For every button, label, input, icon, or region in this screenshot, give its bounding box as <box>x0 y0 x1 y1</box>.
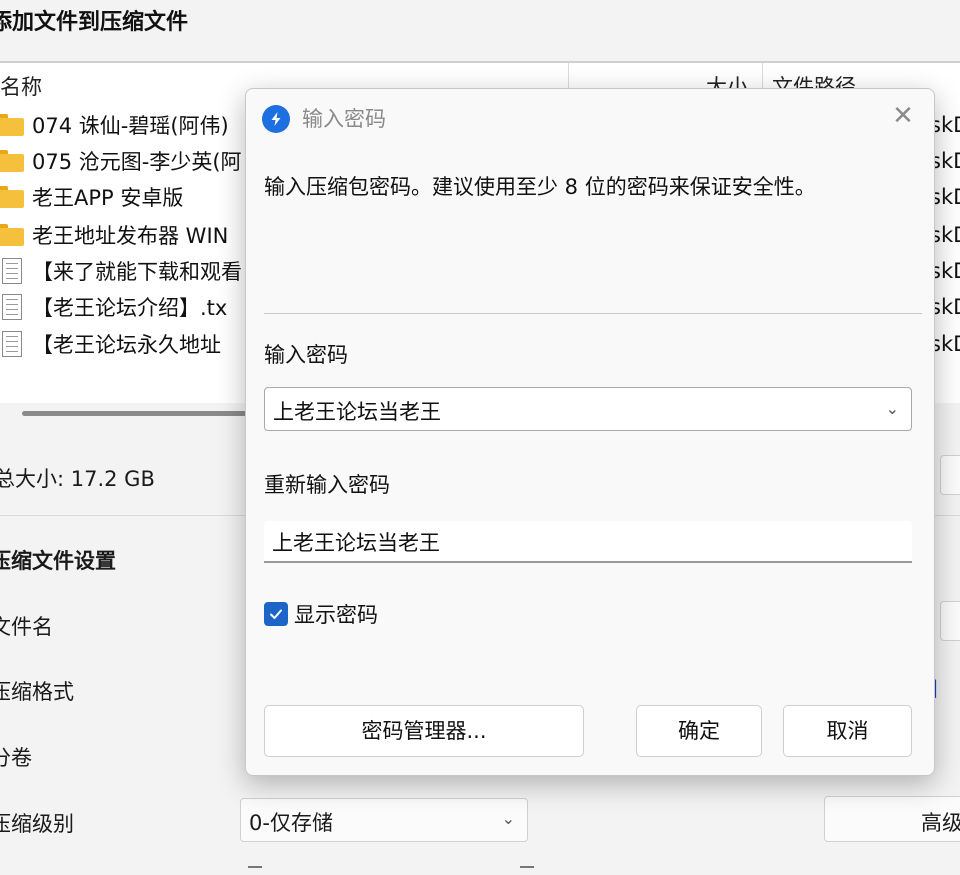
show-password-checkbox[interactable] <box>264 602 288 626</box>
dialog-divider <box>264 313 922 314</box>
folder-icon <box>0 186 26 208</box>
confirm-password-value: 上老王论坛当老王 <box>272 531 440 555</box>
filename-label: 文件名 <box>0 615 53 639</box>
close-icon[interactable]: ✕ <box>886 99 920 133</box>
text-file-icon <box>2 258 22 284</box>
folder-icon <box>0 224 26 246</box>
app-logo-icon <box>262 105 290 133</box>
file-name: 老王APP 安卓版 <box>32 186 184 210</box>
side-button[interactable] <box>940 455 960 495</box>
split-label: 分卷 <box>0 746 32 770</box>
bottom-control-fragment <box>248 866 262 868</box>
chevron-down-icon: ⌄ <box>501 809 515 828</box>
password-dialog: 输入密码 ✕ 输入压缩包密码。建议使用至少 8 位的密码来保证安全性。 输入密码… <box>245 88 935 776</box>
ok-button[interactable]: 确定 <box>636 705 762 757</box>
password-value: 上老王论坛当老王 <box>273 400 441 424</box>
file-name: 074 诛仙-碧瑶(阿伟) <box>32 114 229 138</box>
advanced-button[interactable]: 高级 <box>824 796 960 842</box>
file-name: 老王地址发布器 WIN <box>32 224 229 248</box>
file-name: 【老王论坛介绍】.tx <box>32 296 228 320</box>
password-combobox[interactable]: 上老王论坛当老王 ⌄ <box>264 387 912 431</box>
lightning-icon <box>271 112 281 126</box>
show-password-label: 显示密码 <box>294 603 378 627</box>
file-name: 075 沧元图-李少英(阿 <box>32 150 242 174</box>
total-size: 总大小: 17.2 GB <box>0 467 155 491</box>
bottom-control-fragment <box>520 866 534 868</box>
checkmark-icon <box>270 609 282 619</box>
confirm-password-input[interactable]: 上老王论坛当老王 <box>264 521 912 563</box>
confirm-password-label: 重新输入密码 <box>264 473 390 497</box>
cancel-button[interactable]: 取消 <box>783 705 912 757</box>
dialog-description: 输入压缩包密码。建议使用至少 8 位的密码来保证安全性。 <box>264 175 816 199</box>
browse-button[interactable] <box>940 601 960 641</box>
compression-level-value: 0-仅存储 <box>249 811 333 835</box>
folder-icon <box>0 150 26 172</box>
text-file-icon <box>2 294 22 320</box>
format-label: 压缩格式 <box>0 680 74 704</box>
file-name: 【来了就能下载和观看 <box>32 260 242 284</box>
folder-icon <box>0 114 26 136</box>
settings-heading: 压缩文件设置 <box>0 549 116 573</box>
horizontal-scrollbar[interactable] <box>22 411 252 416</box>
password-manager-button[interactable]: 密码管理器... <box>264 705 584 757</box>
text-file-icon <box>2 331 22 357</box>
compression-level-select[interactable]: 0-仅存储 ⌄ <box>240 798 528 842</box>
show-password-toggle[interactable]: 显示密码 <box>264 599 378 629</box>
level-label: 压缩级别 <box>0 812 74 836</box>
chevron-down-icon[interactable]: ⌄ <box>886 399 899 418</box>
window-title: 添加文件到压缩文件 <box>0 10 189 35</box>
file-name: 【老王论坛永久地址 <box>32 333 221 357</box>
password-label: 输入密码 <box>264 343 348 367</box>
column-header-name[interactable]: 名称 <box>0 71 42 101</box>
dialog-title: 输入密码 <box>302 107 386 131</box>
